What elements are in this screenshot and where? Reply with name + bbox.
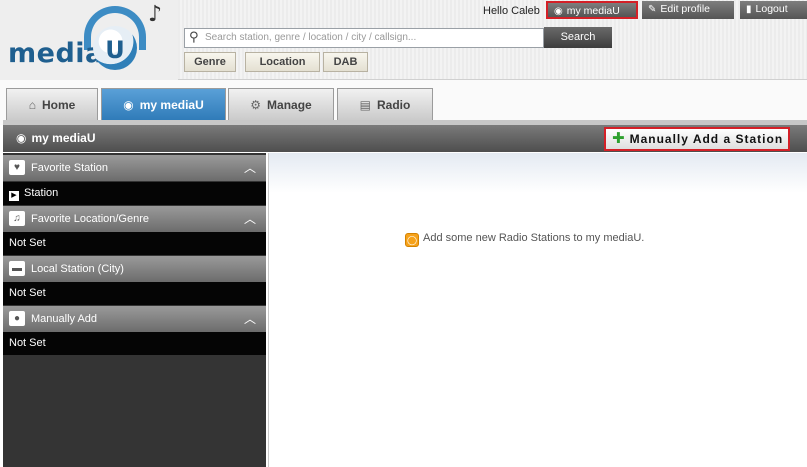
heart-icon: ♥ [9, 160, 25, 175]
mediau-small-icon: ◉ [554, 6, 563, 17]
manually-add-station-button[interactable]: ✚ Manually Add a Station [604, 127, 790, 151]
music-note-icon: ♫ [9, 211, 25, 226]
gears-icon: ⚙ [250, 98, 262, 112]
plus-icon: ✚ [612, 130, 626, 147]
user-icon: ● [9, 311, 25, 326]
section-title-label: my mediaU [31, 131, 96, 145]
tab-my-mediau[interactable]: ◉ my mediaU [101, 88, 226, 122]
search-button[interactable]: Search [544, 27, 612, 48]
sidebar-header-local-station[interactable]: ▬ Local Station (City) [3, 256, 266, 282]
dab-button[interactable]: DAB [323, 52, 368, 72]
search-placeholder: Search station, genre / location / city … [205, 32, 417, 43]
sidebar-item-label: Not Set [9, 237, 46, 249]
info-icon: ◯ [405, 233, 419, 247]
search-icon: ⚲ [189, 30, 199, 45]
sidebar-header-label: Favorite Station [31, 162, 109, 174]
sidebar-header-label: Manually Add [31, 313, 98, 325]
my-mediau-label: my mediaU [566, 5, 620, 17]
sidebar-item-not-set: Not Set [3, 332, 266, 355]
main-content: ◯ Add some new Radio Stations to my media… [268, 153, 807, 467]
building-icon: ▬ [9, 261, 25, 276]
edit-profile-label: Edit profile [660, 3, 710, 15]
logo-letter: U [105, 36, 125, 64]
home-icon: ⌂ [28, 98, 36, 112]
sidebar-header-label: Favorite Location/Genre [31, 213, 150, 225]
logout-label: Logout [755, 3, 788, 15]
sidebar-item-not-set: Not Set [3, 232, 266, 255]
sidebar-item-label: Not Set [9, 287, 46, 299]
sidebar-item-label: Station [24, 187, 59, 199]
section-title: ◉ my mediaU [16, 131, 96, 145]
tab-manage[interactable]: ⚙ Manage [228, 88, 334, 122]
pencil-icon: ✎ [648, 4, 657, 15]
mediau-icon: ◉ [123, 98, 134, 112]
sidebar: ♥ Favorite Station ︿ ▶ Station ♫ Favorite… [3, 153, 266, 467]
play-icon: ▶ [9, 191, 19, 201]
main-header-gradient [269, 153, 807, 193]
chevron-up-icon[interactable]: ︿ [244, 306, 256, 332]
logout-icon: ▮ [746, 4, 752, 15]
radio-icon: ▤ [359, 98, 371, 112]
tab-home[interactable]: ⌂ Home [6, 88, 98, 122]
chevron-up-icon[interactable]: ︿ [244, 155, 256, 181]
my-mediau-link[interactable]: ◉ my mediaU [546, 1, 638, 19]
logo-text: media [8, 38, 104, 69]
location-button[interactable]: Location [245, 52, 320, 72]
sidebar-header-favorite-location-genre[interactable]: ♫ Favorite Location/Genre ︿ [3, 206, 266, 232]
search-input[interactable]: ⚲ Search station, genre / location / cit… [184, 28, 544, 48]
header: ♪ media U Hello Caleb ◉ my mediaU ✎ Edit p… [0, 0, 807, 80]
greeting-text: Hello Caleb [483, 5, 540, 17]
add-station-label: Manually Add a Station [629, 132, 784, 146]
tab-radio-label: Radio [377, 98, 411, 112]
sidebar-item-not-set: Not Set [3, 282, 266, 305]
chevron-up-icon[interactable]: ︿ [244, 206, 256, 232]
tab-manage-label: Manage [267, 98, 312, 112]
empty-state-text: Add some new Radio Stations to my mediaU… [423, 232, 645, 244]
sidebar-header-manually-add[interactable]: ● Manually Add ︿ [3, 306, 266, 332]
tab-radio[interactable]: ▤ Radio [337, 88, 433, 122]
tab-home-label: Home [41, 98, 76, 112]
music-note-icon: ♪ [148, 2, 163, 27]
edit-profile-link[interactable]: ✎ Edit profile [642, 1, 734, 19]
logout-link[interactable]: ▮ Logout [740, 1, 807, 19]
logo-u-circle: U [93, 26, 137, 70]
genre-button[interactable]: Genre [184, 52, 236, 72]
sidebar-item-station[interactable]: ▶ Station [3, 182, 266, 205]
sidebar-header-favorite-station[interactable]: ♥ Favorite Station ︿ [3, 155, 266, 181]
sidebar-header-label: Local Station (City) [31, 263, 124, 275]
mediau-icon: ◉ [16, 131, 27, 145]
sidebar-item-label: Not Set [9, 337, 46, 349]
mediau-logo[interactable]: ♪ media U [0, 0, 178, 80]
tab-my-mediau-label: my mediaU [139, 98, 204, 112]
empty-state-message: ◯ Add some new Radio Stations to my media… [405, 232, 644, 247]
